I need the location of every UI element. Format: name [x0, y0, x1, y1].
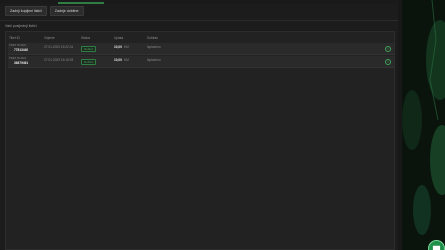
status-badge: Dobitni	[81, 59, 97, 65]
ticket-id-label: TIKET ID 2021	[9, 44, 27, 47]
toolbar: Zadnji kupljeni listići Zadnje dobitne	[5, 6, 84, 18]
table-row[interactable]: TIKET ID 2021 77813440 27.01.2023 15:22:…	[8, 43, 394, 55]
table-header: Tiket ID Vrijeme Status Uplata Dobitak	[6, 34, 394, 42]
app-window: Zadnji kupljeni listići Zadnje dobitne V…	[0, 0, 398, 250]
column-header-status: Status	[81, 36, 91, 40]
background-art	[402, 0, 445, 250]
ticket-stake: 10,00	[114, 45, 122, 49]
ticket-time: 27.01.2023 15:15:03	[44, 58, 74, 62]
ticket-win: Isplaćeno	[147, 45, 161, 49]
chat-bubble-icon	[432, 245, 441, 250]
active-nav-indicator	[58, 2, 104, 4]
ticket-stake: 10,00	[114, 58, 122, 62]
ticket-currency: KM	[124, 58, 129, 62]
chat-button[interactable]	[428, 240, 445, 250]
tab-last-bought-tickets[interactable]: Zadnji kupljeni listići	[5, 6, 47, 16]
ticket-win: Isplaćeno	[147, 58, 161, 62]
check-circle-icon[interactable]: ✓	[385, 59, 391, 65]
status-badge: Dobitni	[81, 46, 97, 52]
top-navigation-strip	[0, 0, 398, 4]
side-decoration	[402, 0, 445, 250]
column-header-stake: Uplata	[114, 36, 124, 40]
ticket-currency: KM	[124, 45, 129, 49]
ticket-id: 36879461	[14, 61, 29, 65]
column-header-ticket-id: Tiket ID	[9, 36, 20, 40]
column-header-win: Dobitak	[147, 36, 158, 40]
tickets-table: Tiket ID Vrijeme Status Uplata Dobitak T…	[5, 31, 395, 250]
ticket-id: 77813440	[14, 48, 29, 52]
tab-last-winning-tickets[interactable]: Zadnje dobitne	[49, 6, 84, 16]
check-circle-icon[interactable]: ✓	[385, 46, 391, 52]
table-row[interactable]: TIKET ID 2021 36879461 27.01.2023 15:15:…	[8, 56, 394, 68]
divider	[0, 20, 398, 21]
column-header-time: Vrijeme	[44, 36, 55, 40]
ticket-id-label: TIKET ID 2021	[9, 57, 27, 60]
section-title: Vaši posljednji listići	[5, 24, 37, 28]
ticket-time: 27.01.2023 15:22:31	[44, 45, 74, 49]
